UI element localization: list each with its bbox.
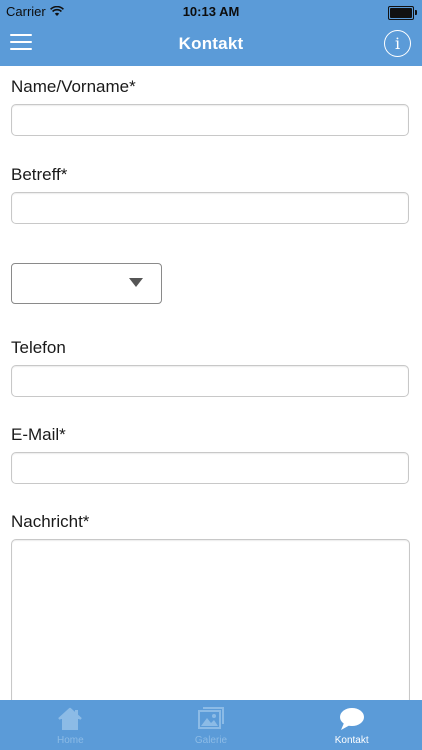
subject-input[interactable] (11, 192, 409, 224)
tab-label: Kontakt (334, 735, 369, 746)
name-input[interactable] (11, 104, 409, 136)
category-select[interactable] (11, 263, 162, 304)
home-icon (58, 707, 83, 730)
name-label: Name/Vorname* (11, 77, 136, 96)
contact-screen: Carrier 10:13 AM Kontakt i Name/Vorname*… (0, 0, 422, 750)
phone-input[interactable] (11, 365, 409, 397)
phone-label: Telefon (11, 338, 66, 357)
tab-label: Galerie (194, 735, 228, 746)
status-time: 10:13 AM (182, 4, 240, 19)
message-textarea[interactable] (11, 539, 410, 719)
page-title: Kontakt (178, 34, 244, 53)
email-label: E-Mail* (11, 425, 66, 444)
navigation-bar: Kontakt i (0, 22, 422, 66)
email-input[interactable] (11, 452, 409, 484)
info-icon[interactable]: i (384, 30, 411, 57)
battery-icon (388, 6, 417, 20)
message-label: Nachricht* (11, 512, 90, 531)
status-bar: Carrier 10:13 AM (0, 0, 422, 22)
subject-label: Betreff* (11, 165, 68, 184)
tab-gallery[interactable]: Galerie (141, 700, 282, 750)
gallery-icon (198, 707, 224, 729)
chat-bubble-icon (339, 708, 364, 730)
tab-contact[interactable]: Kontakt (281, 700, 422, 750)
tab-label: Home (56, 735, 84, 746)
dropdown-arrow-icon (129, 278, 143, 287)
tab-bar: Home Galerie Kontakt (0, 700, 422, 750)
tab-home[interactable]: Home (0, 700, 141, 750)
